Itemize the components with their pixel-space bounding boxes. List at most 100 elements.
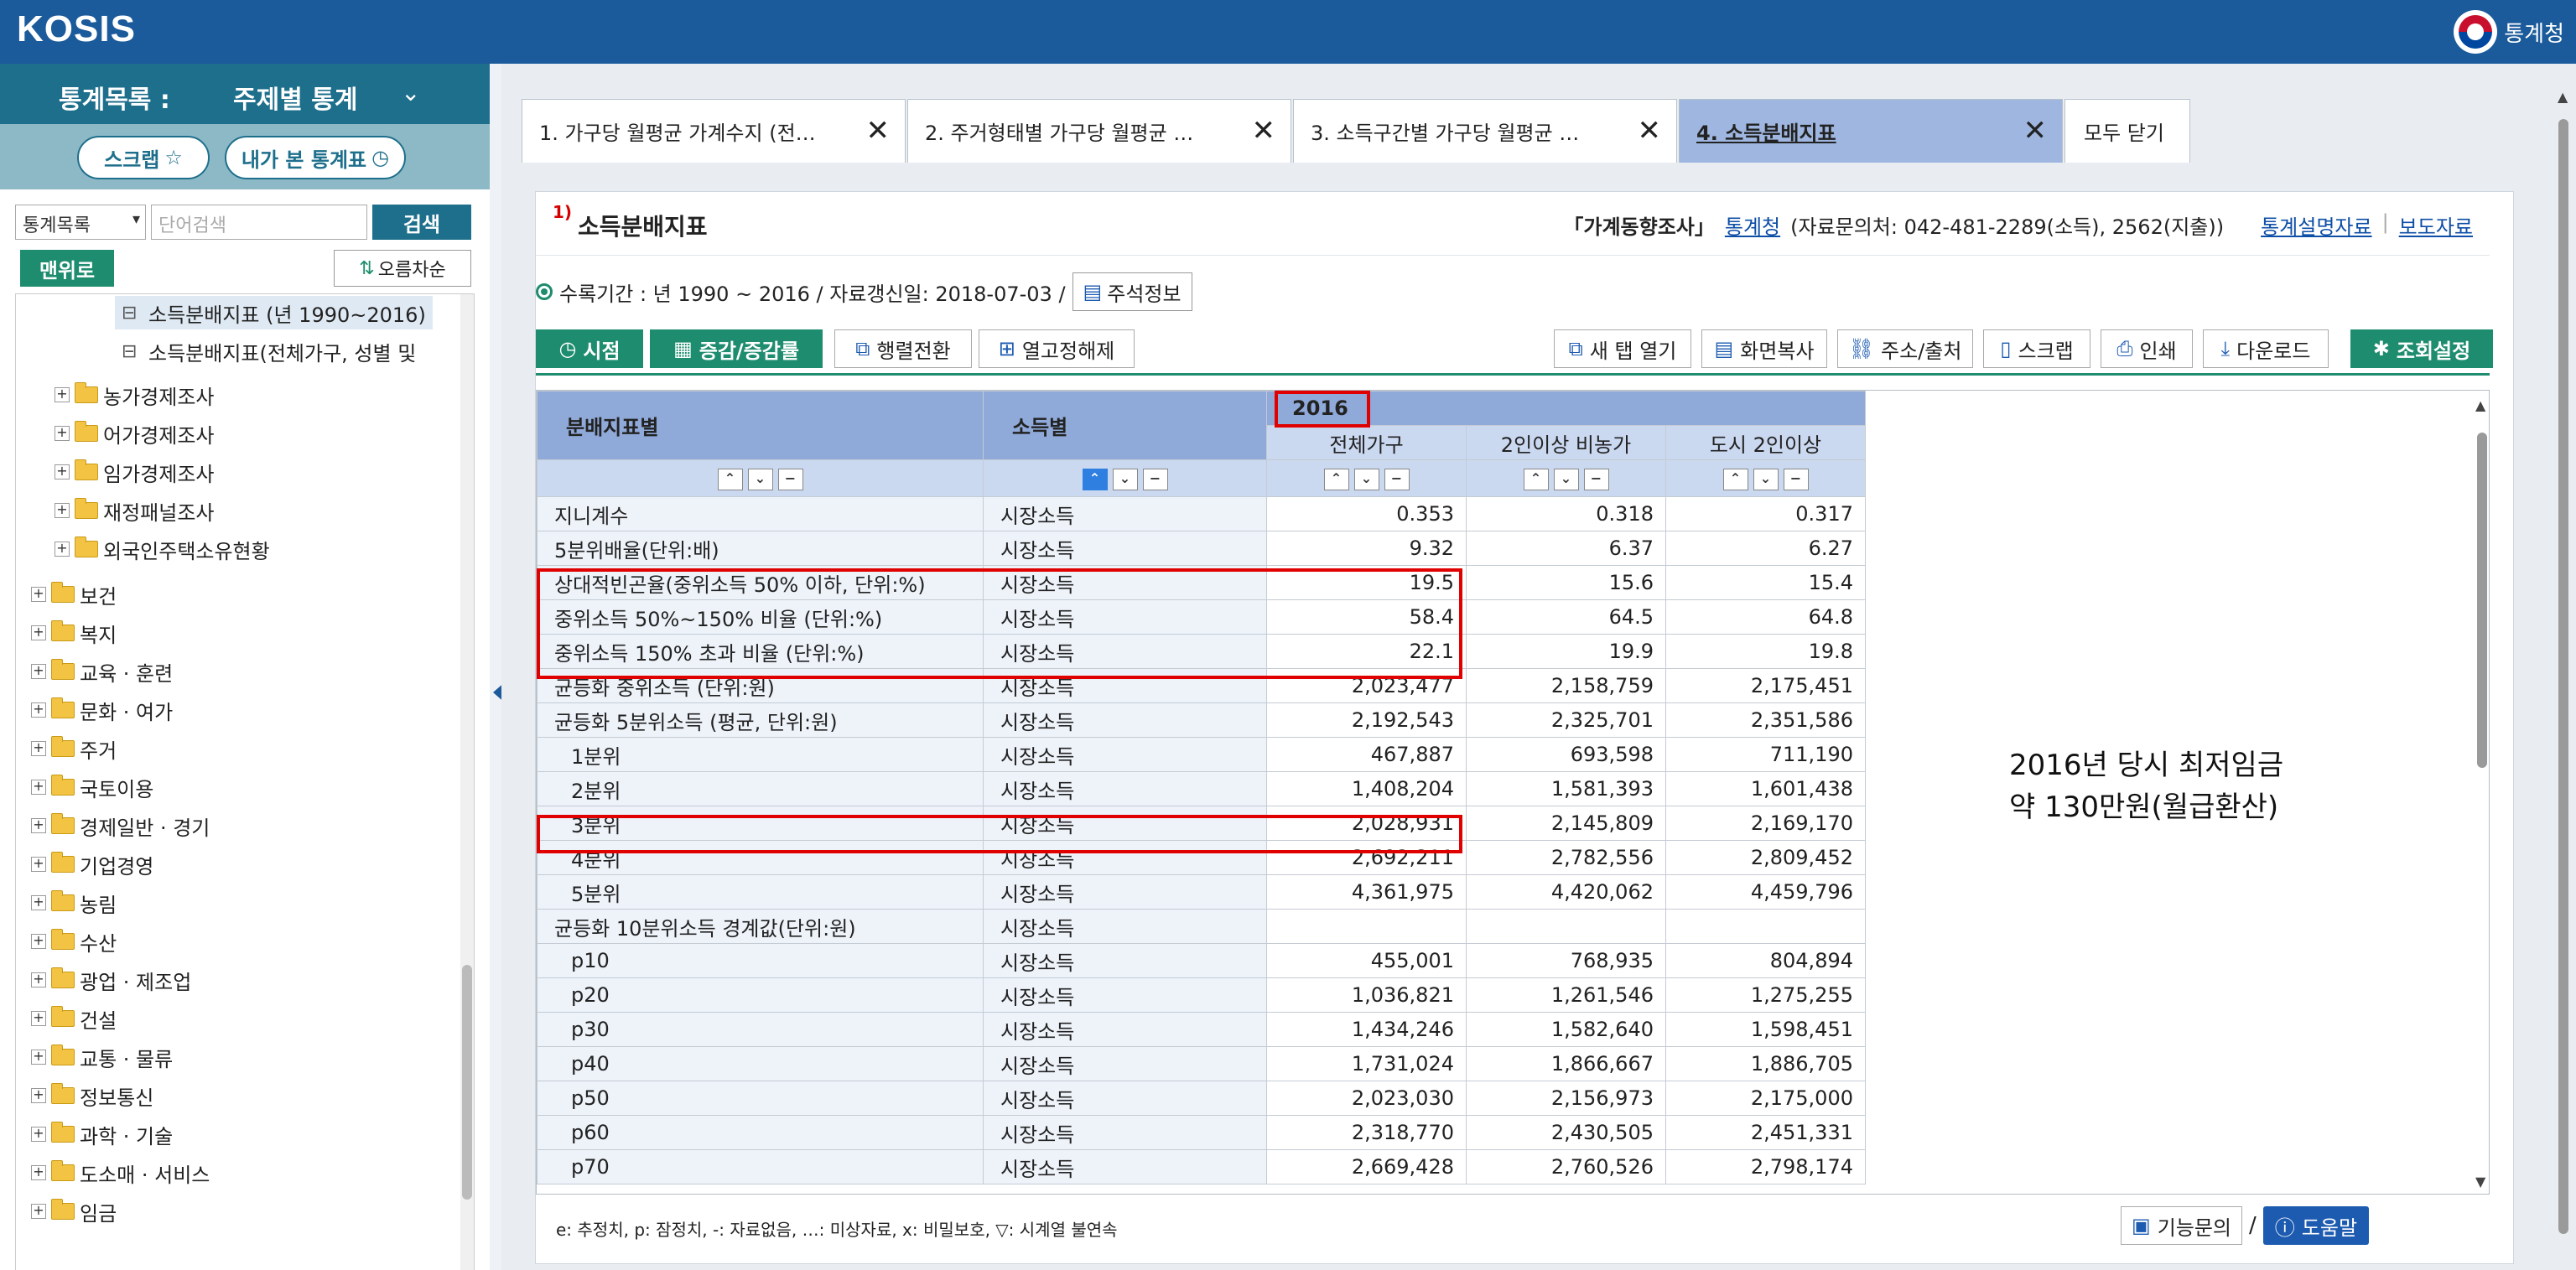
tree-item-folder[interactable]: + 재정패널조사 (55, 494, 214, 527)
header-distribution-indicator[interactable]: 분배지표별 (537, 391, 984, 460)
stat-list-select[interactable]: 주제별 통계 (233, 79, 357, 116)
expand-icon[interactable]: + (31, 1204, 46, 1219)
search-input[interactable]: 단어검색 (151, 205, 367, 240)
history-button[interactable]: 내가 본 통계표 ◷ (225, 136, 406, 179)
value-cell[interactable]: 19.8 (1665, 634, 1866, 669)
value-cell[interactable]: 0.318 (1466, 496, 1666, 531)
value-cell[interactable]: 6.27 (1665, 531, 1866, 566)
tree-item-folder[interactable]: + 과학 · 기술 (31, 1117, 173, 1151)
value-cell[interactable]: 2,430,505 (1466, 1115, 1666, 1150)
value-cell[interactable]: 2,692,211 (1266, 840, 1467, 875)
expand-icon[interactable]: + (31, 1011, 46, 1026)
help-button[interactable]: ⓘ 도움말 (2262, 1206, 2370, 1245)
expand-icon[interactable]: + (31, 1050, 46, 1065)
pivot-button[interactable]: ⧉ 행렬전환 (834, 329, 972, 368)
header-urban-2plus[interactable]: 도시 2인이상 (1665, 425, 1866, 460)
screen-copy-button[interactable]: ▤ 화면복사 (1701, 329, 1827, 368)
tree-item-folder[interactable]: + 기업경영 (31, 848, 153, 881)
tree-item-folder[interactable]: + 경제일반 · 경기 (31, 809, 210, 842)
scroll-top-button[interactable]: 맨위로 (20, 250, 114, 287)
minus-icon[interactable]: − (1783, 468, 1809, 490)
value-cell[interactable]: 2,351,586 (1665, 702, 1866, 738)
print-button[interactable]: ⎙ 인쇄 (2101, 329, 2193, 368)
value-cell[interactable]: 1,598,451 (1665, 1012, 1866, 1047)
tree-item-folder[interactable]: + 광업 · 제조업 (31, 963, 191, 997)
sort-down-icon[interactable]: ⌄ (1112, 468, 1138, 490)
press-release-link[interactable]: 보도자료 (2399, 210, 2473, 240)
value-cell[interactable]: 1,434,246 (1266, 1012, 1467, 1047)
header-nonfarm-2plus[interactable]: 2인이상 비농가 (1466, 425, 1666, 460)
value-cell[interactable]: 2,782,556 (1466, 840, 1666, 875)
value-cell[interactable]: 15.6 (1466, 565, 1666, 600)
value-cell[interactable]: 4,420,062 (1466, 874, 1666, 910)
tree-item-folder[interactable]: + 교육 · 훈련 (31, 655, 173, 688)
chevron-down-icon[interactable]: ⌄ (401, 79, 420, 106)
value-cell[interactable]: 9.32 (1266, 531, 1467, 566)
close-icon[interactable]: ✕ (1252, 117, 1276, 145)
header-income-type[interactable]: 소득별 (983, 391, 1267, 460)
sort-up-icon[interactable]: ⌃ (1323, 468, 1349, 490)
tree-item-folder[interactable]: + 주거 (31, 732, 117, 765)
value-cell[interactable]: 467,887 (1266, 737, 1467, 772)
value-cell[interactable]: 1,582,640 (1466, 1012, 1666, 1047)
value-cell[interactable]: 2,760,526 (1466, 1149, 1666, 1184)
value-cell[interactable]: 1,581,393 (1466, 771, 1666, 806)
tree-item-folder[interactable]: + 임가경제조사 (55, 455, 214, 489)
tree-item-folder[interactable]: + 농가경제조사 (55, 378, 214, 412)
value-cell[interactable]: 6.37 (1466, 531, 1666, 566)
sort-down-icon[interactable]: ⌄ (1553, 468, 1579, 490)
tree-item-folder[interactable]: + 복지 (31, 616, 117, 650)
address-source-button[interactable]: ⛓ 주소/출처 (1837, 329, 1973, 368)
tree-item-table[interactable]: ⊟ 소득분배지표(전체가구, 성별 및 (115, 334, 423, 368)
tree-scrollbar[interactable] (460, 294, 474, 1270)
tab-2[interactable]: 2. 주거형태별 가구당 월평균 … ✕ (907, 99, 1291, 163)
expand-icon[interactable]: + (31, 702, 46, 718)
tree-item-folder[interactable]: + 외국인주택소유현황 (55, 532, 270, 566)
expand-icon[interactable]: + (31, 1165, 46, 1180)
tree-item-folder[interactable]: + 교통 · 물류 (31, 1040, 173, 1074)
value-cell[interactable]: 2,809,452 (1665, 840, 1866, 875)
expand-icon[interactable]: + (31, 664, 46, 679)
brand[interactable]: 통계청 (2454, 8, 2564, 55)
scroll-up-icon[interactable]: ▲ (2475, 397, 2485, 413)
value-cell[interactable]: 19.5 (1266, 565, 1467, 600)
change-rate-button[interactable]: ▦ 증감/증감률 (650, 329, 823, 368)
value-cell[interactable]: 22.1 (1266, 634, 1467, 669)
expand-icon[interactable]: + (31, 895, 46, 910)
expand-icon[interactable]: + (31, 780, 46, 795)
tree-item-folder[interactable]: + 정보통신 (31, 1079, 153, 1112)
tree-item-folder[interactable]: + 수산 (31, 925, 117, 958)
expand-icon[interactable]: + (31, 857, 46, 872)
expand-icon[interactable]: + (55, 426, 70, 441)
panel-splitter[interactable] (490, 64, 501, 1270)
sort-down-icon[interactable]: ⌄ (1353, 468, 1379, 490)
value-cell[interactable] (1466, 909, 1666, 944)
value-cell[interactable]: 1,036,821 (1266, 977, 1467, 1013)
header-year[interactable]: 2016 (1266, 391, 1866, 426)
value-cell[interactable]: 0.317 (1665, 496, 1866, 531)
minus-icon[interactable]: − (1384, 468, 1410, 490)
expand-icon[interactable]: + (55, 387, 70, 402)
tree-item-folder[interactable]: + 임금 (31, 1195, 117, 1228)
value-cell[interactable]: 2,023,030 (1266, 1081, 1467, 1116)
tree-item-folder[interactable]: + 문화 · 여가 (31, 693, 173, 727)
value-cell[interactable]: 455,001 (1266, 943, 1467, 978)
sort-down-icon[interactable]: ⌄ (1753, 468, 1779, 490)
value-cell[interactable]: 1,261,546 (1466, 977, 1666, 1013)
tab-1[interactable]: 1. 가구당 월평균 가계수지 (전… ✕ (522, 99, 906, 163)
minus-icon[interactable]: − (1583, 468, 1609, 490)
close-icon[interactable]: ✕ (2023, 117, 2048, 145)
value-cell[interactable]: 2,325,701 (1466, 702, 1666, 738)
kosis-logo[interactable]: KOSIS (17, 8, 136, 50)
value-cell[interactable] (1665, 909, 1866, 944)
tree-item-folder[interactable]: + 건설 (31, 1002, 117, 1035)
agency-link[interactable]: 통계청 (1725, 210, 1780, 240)
value-cell[interactable]: 2,451,331 (1665, 1115, 1866, 1150)
stat-description-link[interactable]: 통계설명자료 (2261, 210, 2371, 240)
feature-inquiry-button[interactable]: ▣ 기능문의 (2121, 1206, 2243, 1245)
sort-up-icon[interactable]: ⌃ (1523, 468, 1549, 490)
sort-up-icon[interactable]: ⌃ (717, 468, 743, 490)
minus-icon[interactable]: − (1142, 468, 1168, 490)
scroll-up-icon[interactable]: ▲ (2558, 89, 2568, 105)
expand-icon[interactable]: + (31, 587, 46, 602)
